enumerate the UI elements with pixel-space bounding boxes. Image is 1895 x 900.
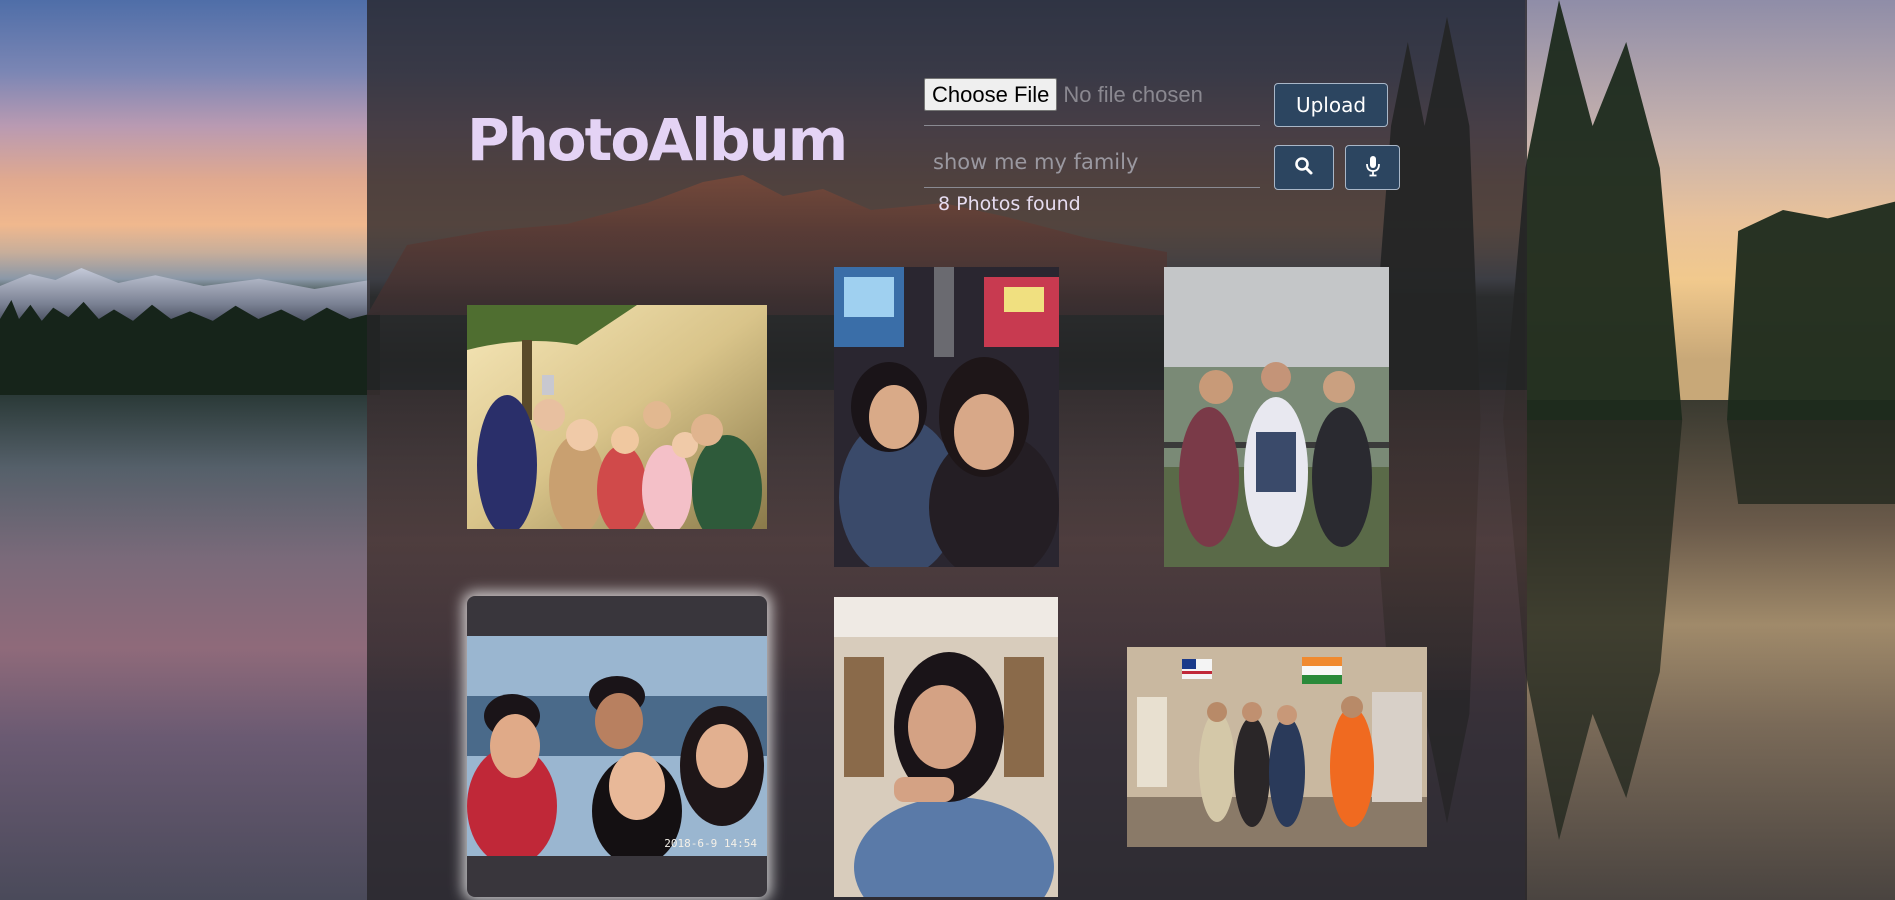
photo-three-people-lookout[interactable]	[1164, 267, 1389, 567]
photo-date-stamp: 2018-6-9 14:54	[664, 837, 757, 850]
upload-button[interactable]: Upload	[1274, 83, 1388, 127]
app-logo: PhotoAlbum	[467, 106, 848, 174]
file-status-text: No file chosen	[1063, 82, 1203, 107]
search-field	[924, 140, 1260, 188]
photo-family-selfie-park[interactable]	[467, 305, 767, 529]
choose-file-button[interactable]: Choose File	[924, 78, 1058, 111]
voice-search-button[interactable]	[1345, 145, 1400, 190]
background-forest-left	[0, 300, 380, 395]
photo-four-people-harbor-image: 2018-6-9 14:54	[467, 636, 767, 856]
photo-two-women-city-night[interactable]	[834, 267, 1059, 567]
photo-group-space-museum[interactable]	[1127, 647, 1427, 847]
search-icon	[1294, 156, 1314, 179]
search-input[interactable]	[924, 140, 1260, 184]
file-upload-field: Choose File No file chosen	[924, 78, 1260, 126]
microphone-icon	[1365, 155, 1381, 180]
results-count: 8 Photos found	[938, 193, 1081, 215]
photo-woman-portrait-cafe[interactable]	[834, 597, 1058, 897]
photo-four-people-harbor[interactable]: 2018-6-9 14:54	[467, 596, 767, 897]
search-button[interactable]	[1274, 145, 1334, 190]
